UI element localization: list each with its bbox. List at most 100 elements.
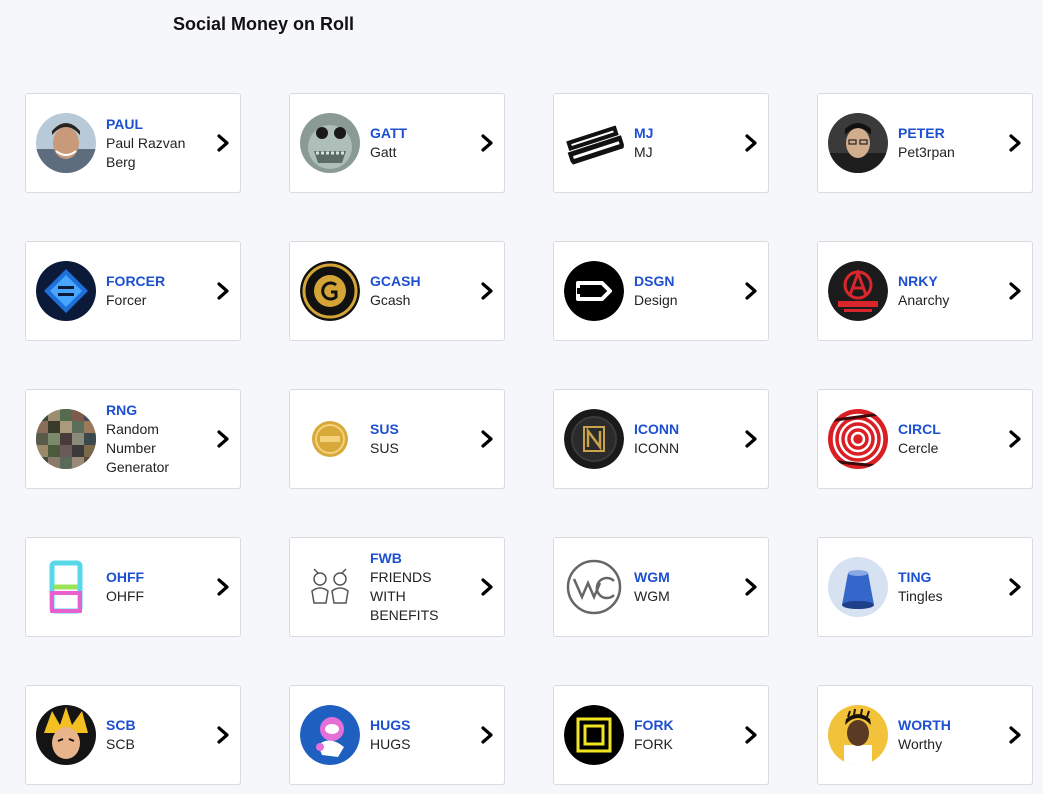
coin-name: ICONN <box>634 440 680 456</box>
chevron-right-icon[interactable] <box>1008 430 1022 448</box>
coin-symbol: CIRCL <box>898 421 941 437</box>
coin-symbol: PETER <box>898 125 945 141</box>
astronaut-illustration-icon <box>300 705 360 765</box>
person-avatar-icon <box>36 113 96 173</box>
coin-symbol: DSGN <box>634 273 675 289</box>
blue-crystal-logo-icon <box>36 261 96 321</box>
coin-card-mj[interactable]: MJ MJ <box>553 93 769 193</box>
gold-g-coin-icon <box>300 261 360 321</box>
chevron-right-icon[interactable] <box>1008 726 1022 744</box>
chevron-right-icon[interactable] <box>744 282 758 300</box>
chevron-right-icon[interactable] <box>744 726 758 744</box>
chevron-right-icon[interactable] <box>1008 134 1022 152</box>
coin-symbol: RNG <box>106 402 138 418</box>
coin-symbol: SUS <box>370 421 399 437</box>
coin-symbol: PAUL <box>106 115 144 132</box>
chevron-right-icon[interactable] <box>744 578 758 596</box>
coin-name: Gcash <box>370 292 411 308</box>
chevron-right-icon[interactable] <box>216 430 230 448</box>
coin-grid: PAUL Paul Razvan Berg GATT Gatt MJ MJ PE… <box>25 93 1033 785</box>
coin-name: Tingles <box>898 588 943 604</box>
coin-card-worth[interactable]: WORTH Worthy <box>817 685 1033 785</box>
fwb-illustration-icon <box>300 557 360 617</box>
ohff-logo-icon <box>36 557 96 617</box>
yellow-square-logo-icon <box>564 705 624 765</box>
coin-symbol: ICONN <box>634 421 680 437</box>
coin-name: FORK <box>634 736 673 752</box>
chevron-right-icon[interactable] <box>480 578 494 596</box>
creature-avatar-icon <box>300 113 360 173</box>
iconn-logo-icon <box>564 409 624 469</box>
chevron-right-icon[interactable] <box>480 282 494 300</box>
person-avatar-icon <box>828 705 888 765</box>
pixel-noise-icon <box>36 409 96 469</box>
anarchist-gaming-logo-icon <box>828 261 888 321</box>
gold-coin-icon <box>300 409 360 469</box>
coin-name: Cercle <box>898 440 939 456</box>
page-title: Social Money on Roll <box>173 14 355 34</box>
coin-name: Forcer <box>106 292 147 308</box>
coin-symbol: NRKY <box>898 273 938 289</box>
coin-symbol: GCASH <box>370 273 421 289</box>
coin-card-ohff[interactable]: OHFF OHFF <box>25 537 241 637</box>
coin-card-fwb[interactable]: FWB FRIENDS WITH BENEFITS <box>289 537 505 637</box>
coin-name: SCB <box>106 736 135 752</box>
coin-symbol: SCB <box>106 717 136 733</box>
coin-card-wgm[interactable]: WGM WGM <box>553 537 769 637</box>
coin-name: Anarchy <box>898 292 950 308</box>
coin-card-circl[interactable]: CIRCL Cercle <box>817 389 1033 489</box>
coin-symbol: TING <box>898 569 932 585</box>
coin-name: Pet3rpan <box>898 144 955 160</box>
coin-symbol: WGM <box>634 569 670 585</box>
coin-card-ting[interactable]: TING Tingles <box>817 537 1033 637</box>
wgm-logo-icon <box>564 557 624 617</box>
chevron-right-icon[interactable] <box>216 578 230 596</box>
chevron-right-icon[interactable] <box>216 134 230 152</box>
coin-symbol: FORK <box>634 717 674 733</box>
anime-character-icon <box>36 705 96 765</box>
coin-symbol: WORTH <box>898 717 951 733</box>
coin-symbol: MJ <box>634 125 654 141</box>
coin-card-sus[interactable]: SUS SUS <box>289 389 505 489</box>
coin-name: OHFF <box>106 588 145 604</box>
chevron-right-icon[interactable] <box>1008 282 1022 300</box>
chevron-right-icon[interactable] <box>480 726 494 744</box>
coin-symbol: OHFF <box>106 569 145 585</box>
coin-name: Worthy <box>898 736 943 752</box>
coin-card-gatt[interactable]: GATT Gatt <box>289 93 505 193</box>
coin-name: SUS <box>370 440 399 456</box>
coin-symbol: FORCER <box>106 273 166 289</box>
coin-name: MJ <box>634 144 653 160</box>
chevron-right-icon[interactable] <box>480 430 494 448</box>
coin-symbol: FWB <box>370 550 402 566</box>
coin-card-rng[interactable]: RNG Random Number Generator <box>25 389 241 489</box>
coin-card-fork[interactable]: FORK FORK <box>553 685 769 785</box>
coin-name: Design <box>634 292 678 308</box>
coin-card-scb[interactable]: SCB SCB <box>25 685 241 785</box>
coin-card-forcer[interactable]: FORCER Forcer <box>25 241 241 341</box>
coin-name: WGM <box>634 588 670 604</box>
coin-card-nrky[interactable]: NRKY Anarchy <box>817 241 1033 341</box>
coin-card-peter[interactable]: PETER Pet3rpan <box>817 93 1033 193</box>
chevron-right-icon[interactable] <box>216 726 230 744</box>
chevron-right-icon[interactable] <box>480 134 494 152</box>
chevron-right-icon[interactable] <box>744 134 758 152</box>
coin-card-hugs[interactable]: HUGS HUGS <box>289 685 505 785</box>
coin-card-dsgn[interactable]: DSGN Design <box>553 241 769 341</box>
coin-card-gcash[interactable]: GCASH Gcash <box>289 241 505 341</box>
blue-object-icon <box>828 557 888 617</box>
coin-card-paul[interactable]: PAUL Paul Razvan Berg <box>25 93 241 193</box>
coin-name: Random Number Generator <box>106 421 170 475</box>
coin-card-iconn[interactable]: ICONN ICONN <box>553 389 769 489</box>
coin-symbol: HUGS <box>370 717 411 733</box>
chevron-right-icon[interactable] <box>216 282 230 300</box>
coin-name: HUGS <box>370 736 411 752</box>
coin-name: FRIENDS WITH BENEFITS <box>370 569 439 623</box>
came-from-nuffin-logo-icon <box>564 113 624 173</box>
red-concentric-circles-icon <box>828 409 888 469</box>
chevron-right-icon[interactable] <box>1008 578 1022 596</box>
design-logo-icon <box>564 261 624 321</box>
coin-name: Gatt <box>370 144 397 160</box>
coin-symbol: GATT <box>370 125 408 141</box>
chevron-right-icon[interactable] <box>744 430 758 448</box>
